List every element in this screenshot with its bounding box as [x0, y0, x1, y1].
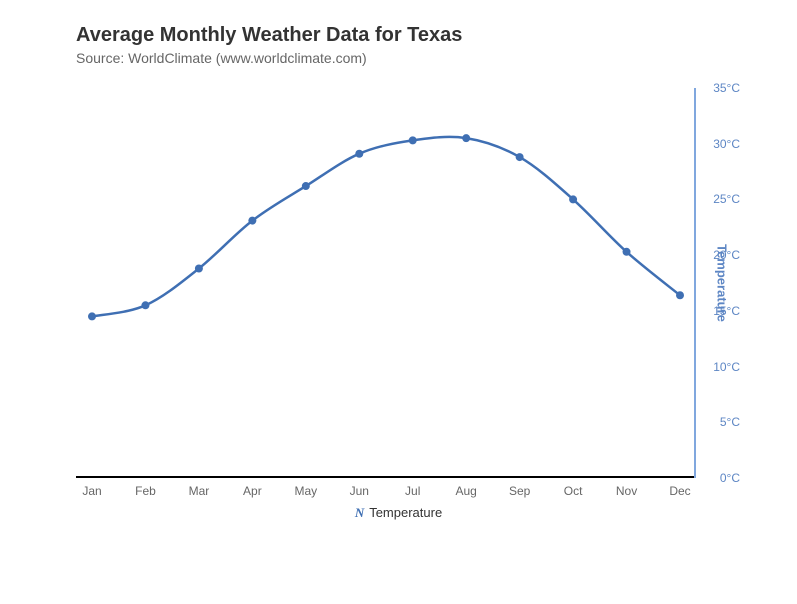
x-axis-tick: Jun	[350, 484, 369, 498]
data-point[interactable]	[355, 150, 363, 158]
series-line	[92, 137, 680, 316]
y-axis-tick: 25°C	[713, 192, 740, 206]
y-axis-tick: 30°C	[713, 137, 740, 151]
data-point[interactable]	[141, 301, 149, 309]
x-axis-tick: May	[294, 484, 317, 498]
legend-glyph-icon: N	[355, 505, 364, 520]
x-axis-tick: Aug	[455, 484, 476, 498]
x-axis-tick: Oct	[564, 484, 583, 498]
y-axis-tick: 20°C	[713, 248, 740, 262]
data-point[interactable]	[569, 195, 577, 203]
data-point[interactable]	[248, 217, 256, 225]
x-axis-tick: Jul	[405, 484, 420, 498]
x-axis-tick: Nov	[616, 484, 637, 498]
data-point[interactable]	[516, 153, 524, 161]
y-axis-tick: 15°C	[713, 304, 740, 318]
chart-title: Average Monthly Weather Data for Texas	[76, 24, 462, 47]
line-series	[76, 88, 696, 478]
data-point[interactable]	[195, 265, 203, 273]
data-point[interactable]	[623, 248, 631, 256]
legend-series-label: Temperature	[369, 505, 442, 520]
data-point[interactable]	[676, 291, 684, 299]
data-point[interactable]	[88, 312, 96, 320]
x-axis-tick: Mar	[189, 484, 210, 498]
x-axis-tick: Jan	[82, 484, 101, 498]
y-axis-tick: 0°C	[720, 471, 740, 485]
x-axis-tick: Sep	[509, 484, 530, 498]
x-axis-tick: Apr	[243, 484, 262, 498]
y-axis-tick: 35°C	[713, 81, 740, 95]
legend: N Temperature	[0, 505, 797, 521]
data-point[interactable]	[409, 136, 417, 144]
data-point[interactable]	[302, 182, 310, 190]
x-axis-tick: Feb	[135, 484, 156, 498]
y-axis-tick: 10°C	[713, 360, 740, 374]
chart-subtitle: Source: WorldClimate (www.worldclimate.c…	[76, 50, 367, 66]
chart-plot-area: Temperature JanFebMarAprMayJunJulAugSepO…	[76, 88, 696, 478]
x-axis-tick: Dec	[669, 484, 690, 498]
y-axis-tick: 5°C	[720, 415, 740, 429]
data-point[interactable]	[462, 134, 470, 142]
